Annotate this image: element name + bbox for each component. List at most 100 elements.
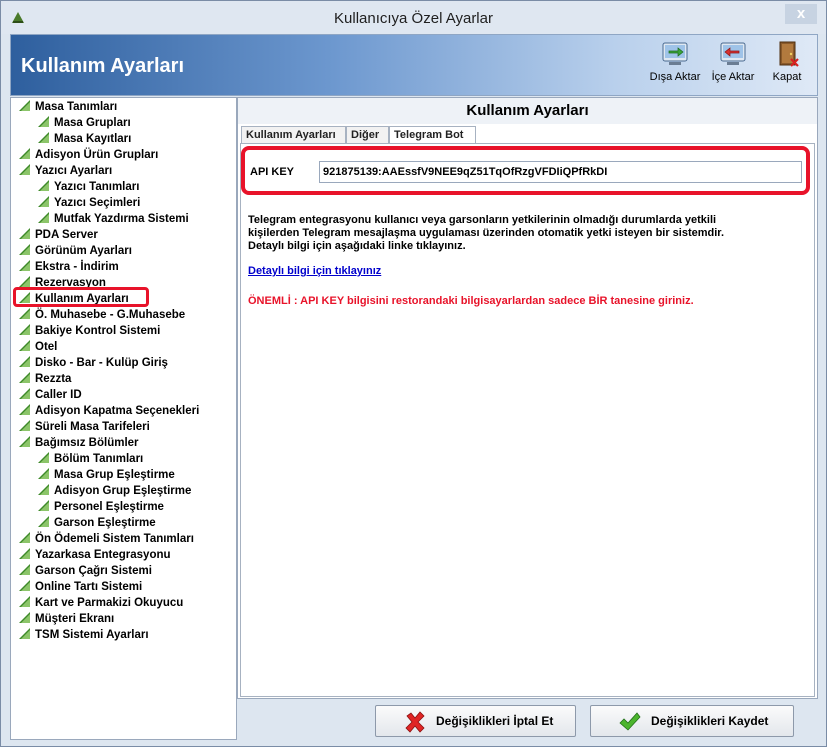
close-label: Kapat (772, 71, 802, 83)
tree-item-label: Süreli Masa Tarifeleri (35, 421, 150, 433)
tree-item[interactable]: TSM Sistemi Ayarları (18, 627, 149, 643)
tree-item[interactable]: Adisyon Grup Eşleştirme (37, 483, 191, 499)
window-close-button[interactable]: x (785, 4, 817, 24)
tree-node-icon (19, 164, 30, 175)
tree-node-icon (19, 372, 30, 383)
tree-item[interactable]: Online Tartı Sistemi (18, 579, 142, 595)
details-link[interactable]: Detaylı bilgi için tıklayınız (248, 265, 381, 277)
tree-item[interactable]: Otel (18, 339, 57, 355)
tree-item-label: Adisyon Kapatma Seçenekleri (35, 405, 200, 417)
tree-item[interactable]: Adisyon Kapatma Seçenekleri (18, 403, 199, 419)
tree-item-label: Bakiye Kontrol Sistemi (35, 325, 161, 337)
window-title: Kullanıcıya Özel Ayarlar (334, 10, 493, 27)
tree-item[interactable]: Ön Ödemeli Sistem Tanımları (18, 531, 194, 547)
tree-item[interactable]: Bölüm Tanımları (37, 451, 143, 467)
tree-item[interactable]: PDA Server (18, 227, 98, 243)
tab-diger[interactable]: Diğer (346, 126, 389, 144)
tree-node-icon (19, 324, 30, 335)
tree-item-label: Adisyon Ürün Grupları (35, 149, 159, 161)
action-bar: Değişiklikleri İptal Et Değişiklikleri K… (237, 701, 818, 740)
tree-item[interactable]: Disko - Bar - Kulüp Giriş (18, 355, 168, 371)
tree-item[interactable]: Yazıcı Tanımları (37, 179, 139, 195)
tree-node-icon (38, 468, 49, 479)
export-label: Dışa Aktar (649, 71, 701, 83)
tree-node-icon (19, 244, 30, 255)
tree-item-label: Ön Ödemeli Sistem Tanımları (35, 533, 194, 545)
tree-item-label: Yazıcı Tanımları (54, 181, 140, 193)
tree-item[interactable]: Yazarkasa Entegrasyonu (18, 547, 171, 563)
tree-item-label: Masa Tanımları (35, 101, 118, 113)
tree-item[interactable]: Masa Grupları (37, 115, 131, 131)
tree-node-icon (19, 356, 30, 367)
tree-item[interactable]: Personel Eşleştirme (37, 499, 164, 515)
info-text: Telegram entegrasyonu kullanıcı veya gar… (248, 214, 808, 253)
tree-item-label: Adisyon Grup Eşleştirme (54, 485, 192, 497)
tree-node-icon (19, 100, 30, 111)
page-title: Kullanım Ayarları (21, 55, 185, 77)
tree-item[interactable]: Yazıcı Seçimleri (37, 195, 140, 211)
tree-item[interactable]: Mutfak Yazdırma Sistemi (37, 211, 189, 227)
tree-item-label: Görünüm Ayarları (35, 245, 132, 257)
tree-node-icon (19, 628, 30, 639)
export-icon (662, 42, 688, 65)
tree-item[interactable]: Masa Grup Eşleştirme (37, 467, 175, 483)
tree-item-label: Bağımsız Bölümler (35, 437, 139, 449)
tree-item-label: Otel (35, 341, 58, 353)
tree-item-label: Garson Çağrı Sistemi (35, 565, 152, 577)
api-key-label: API KEY (250, 166, 295, 178)
tree-item-label: Masa Kayıtları (54, 133, 132, 145)
tree-node-icon (19, 596, 30, 607)
tree-item[interactable]: Caller ID (18, 387, 82, 403)
tree-node-icon (19, 436, 30, 447)
tree-node-icon (19, 612, 30, 623)
tree-item[interactable]: Ekstra - İndirim (18, 259, 119, 275)
tree-item[interactable]: Yazıcı Ayarları (18, 163, 112, 179)
tree-item-label: Online Tartı Sistemi (35, 581, 143, 593)
tree-item-label: Masa Grupları (54, 117, 131, 129)
api-key-highlight: API KEY (241, 146, 810, 195)
tree-item[interactable]: Müşteri Ekranı (18, 611, 114, 627)
info-line: Telegram entegrasyonu kullanıcı veya gar… (248, 214, 717, 226)
tree-item-label: PDA Server (35, 229, 98, 241)
tree-node-icon (38, 196, 49, 207)
import-button[interactable]: İçe Aktar (703, 39, 763, 91)
tree-item-label: Müşteri Ekranı (35, 613, 115, 625)
tree-item-label: Ö. Muhasebe - G.Muhasebe (35, 309, 186, 321)
info-line: kişilerden Telegram mesajlaşma uygulamas… (248, 227, 725, 239)
tree-item[interactable]: Süreli Masa Tarifeleri (18, 419, 150, 435)
tree-item[interactable]: Bağımsız Bölümler (18, 435, 139, 451)
header-banner: Kullanım Ayarları Dışa Aktar İçe Aktar K… (10, 34, 818, 96)
tree-node-icon (38, 484, 49, 495)
tree-item[interactable]: Garson Eşleştirme (37, 515, 156, 531)
tree-node-icon (19, 404, 30, 415)
tree-item[interactable]: Ö. Muhasebe - G.Muhasebe (18, 307, 185, 323)
title-bar: Kullanıcıya Özel Ayarlar x (1, 1, 826, 34)
tree-item[interactable]: Görünüm Ayarları (18, 243, 132, 259)
tree-item[interactable]: Rezzta (18, 371, 71, 387)
door-exit-icon (779, 41, 799, 67)
tree-item-label: Garson Eşleştirme (54, 517, 156, 529)
tree-item[interactable]: Bakiye Kontrol Sistemi (18, 323, 160, 339)
tree-item-label: Kart ve Parmakizi Okuyucu (35, 597, 184, 609)
tree-node-icon (19, 420, 30, 431)
tree-item[interactable]: Kart ve Parmakizi Okuyucu (18, 595, 183, 611)
close-button[interactable]: Kapat (763, 39, 811, 91)
tree-item-label: Bölüm Tanımları (54, 453, 144, 465)
panel-title: Kullanım Ayarları (238, 98, 817, 124)
tree-item[interactable]: Garson Çağrı Sistemi (18, 563, 152, 579)
tree-item[interactable]: Masa Tanımları (18, 99, 117, 115)
tree-item-label: Disko - Bar - Kulüp Giriş (35, 357, 168, 369)
import-label: İçe Aktar (711, 71, 755, 83)
export-button[interactable]: Dışa Aktar (643, 39, 707, 91)
tree-item[interactable]: Masa Kayıtları (37, 131, 131, 147)
api-key-input[interactable] (319, 161, 802, 183)
save-changes-button[interactable]: Değişiklikleri Kaydet (590, 705, 794, 737)
tree-node-icon (38, 212, 49, 223)
tab-kullanim-ayarlari[interactable]: Kullanım Ayarları (241, 126, 346, 144)
warning-text: ÖNEMLİ : API KEY bilgisini restorandaki … (248, 295, 694, 307)
cancel-changes-button[interactable]: Değişiklikleri İptal Et (375, 705, 576, 737)
tree-node-icon (38, 132, 49, 143)
selected-item-highlight (13, 287, 149, 307)
tree-node-icon (19, 228, 30, 239)
tree-item[interactable]: Adisyon Ürün Grupları (18, 147, 158, 163)
